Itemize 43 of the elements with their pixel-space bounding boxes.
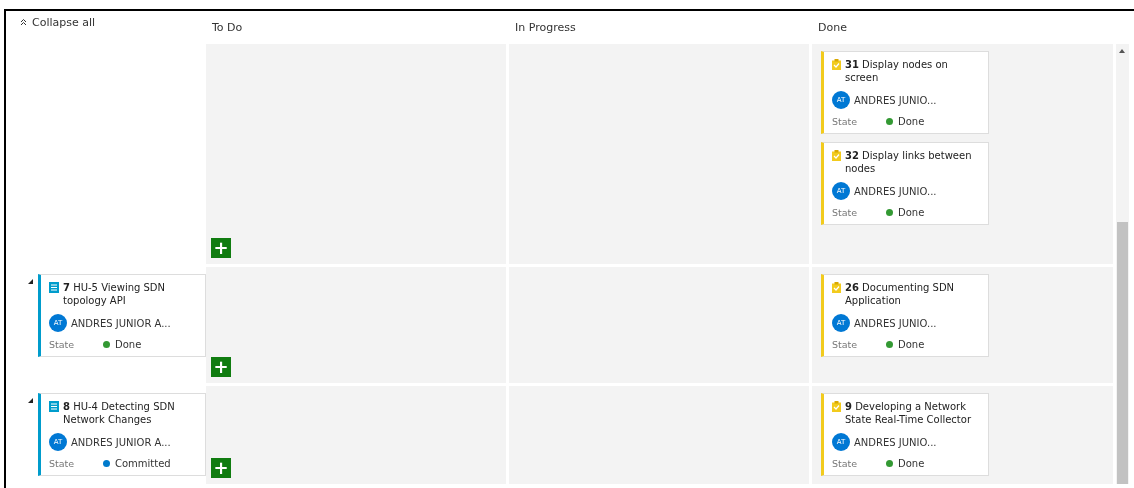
expanded-triangle-icon[interactable] — [28, 279, 33, 284]
state-value: Committed — [115, 458, 171, 469]
clipboard-icon — [832, 282, 841, 293]
card-title: 26 Documenting SDN Application — [845, 281, 956, 307]
card-title: 9 Developing a Network State Real-Time Collector — [845, 400, 972, 426]
assignee-name: ANDRES JUNIOR A... — [71, 436, 171, 448]
column-header: In Progress — [515, 21, 576, 34]
card-title: 8 HU-4 Detecting SDN Network Changes — [63, 400, 176, 426]
assignee-name: ANDRES JUNIO... — [854, 317, 937, 329]
card-title: 7 HU-5 Viewing SDN topology API — [63, 281, 167, 307]
state-value: Done — [898, 116, 925, 127]
scrollbar[interactable] — [1116, 44, 1129, 484]
scrollbar-thumb[interactable] — [1117, 222, 1128, 484]
collapse-all-button[interactable]: Collapse all — [20, 15, 203, 29]
card-title: 31 Display nodes on screen — [845, 58, 949, 84]
clipboard-icon — [832, 59, 841, 70]
expanded-triangle-icon[interactable] — [28, 398, 33, 403]
state-value: Done — [898, 458, 925, 469]
state-value: Done — [898, 207, 925, 218]
add-button[interactable]: + — [211, 357, 231, 377]
assignee-name: ANDRES JUNIO... — [854, 436, 937, 448]
field-label: State — [49, 458, 76, 469]
double-chevron-up-icon — [20, 18, 27, 26]
scroll-up-arrow-icon[interactable] — [1119, 49, 1125, 53]
assignee-name: ANDRES JUNIO... — [854, 94, 937, 106]
field-label: State — [832, 339, 859, 350]
clipboard-icon — [832, 150, 841, 161]
state-value: Done — [115, 339, 142, 350]
field-label: State — [832, 207, 859, 218]
document-icon — [49, 282, 59, 293]
add-button[interactable]: + — [211, 238, 231, 258]
field-label: State — [832, 458, 859, 469]
column-header: To Do — [212, 21, 243, 34]
clipboard-icon — [832, 401, 841, 412]
column-header: Done — [818, 21, 847, 34]
field-label: State — [49, 339, 76, 350]
field-label: State — [832, 116, 859, 127]
assignee-name: ANDRES JUNIO... — [854, 185, 937, 197]
document-icon — [49, 401, 59, 412]
assignee-name: ANDRES JUNIOR A... — [71, 317, 171, 329]
add-button[interactable]: + — [211, 458, 231, 478]
state-value: Done — [898, 339, 925, 350]
card-title: 32 Display links between nodes — [845, 149, 973, 175]
